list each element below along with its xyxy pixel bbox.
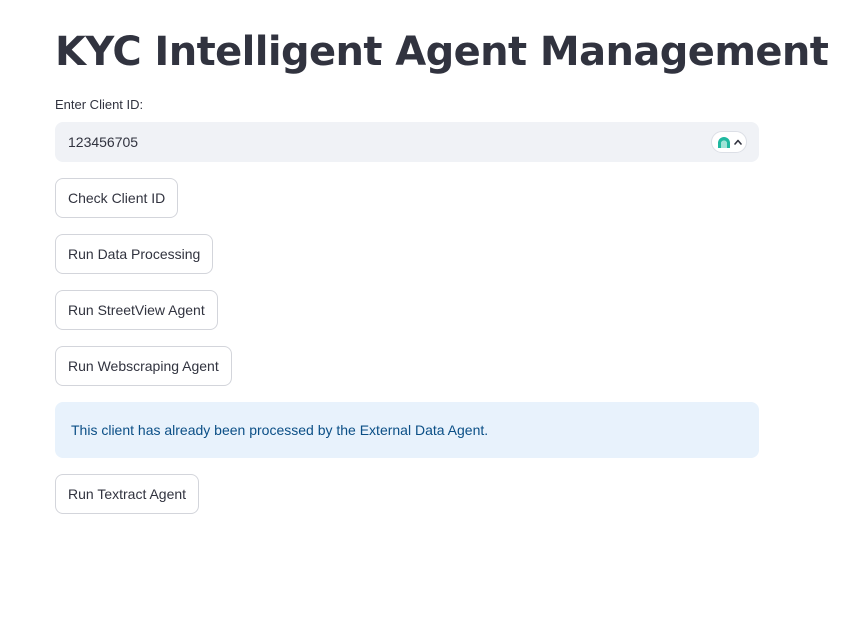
client-id-input[interactable] bbox=[55, 122, 695, 162]
app-page: KYC Intelligent Agent Management Enter C… bbox=[0, 0, 844, 625]
info-alert: This client has already been processed b… bbox=[55, 402, 759, 458]
page-title: KYC Intelligent Agent Management bbox=[55, 29, 829, 75]
run-textract-agent-button[interactable]: Run Textract Agent bbox=[55, 474, 200, 514]
client-id-input-container bbox=[55, 122, 759, 162]
run-data-processing-button[interactable]: Run Data Processing bbox=[55, 234, 214, 274]
client-id-label: Enter Client ID: bbox=[55, 97, 144, 112]
password-manager-badge[interactable] bbox=[711, 131, 747, 153]
run-webscraping-agent-button[interactable]: Run Webscraping Agent bbox=[55, 346, 232, 386]
run-streetview-agent-button[interactable]: Run StreetView Agent bbox=[55, 290, 218, 330]
check-client-id-button[interactable]: Check Client ID bbox=[55, 178, 179, 218]
teal-arch-icon bbox=[718, 137, 730, 148]
chevron-up-icon bbox=[734, 139, 742, 145]
info-alert-text: This client has already been processed b… bbox=[71, 422, 489, 438]
